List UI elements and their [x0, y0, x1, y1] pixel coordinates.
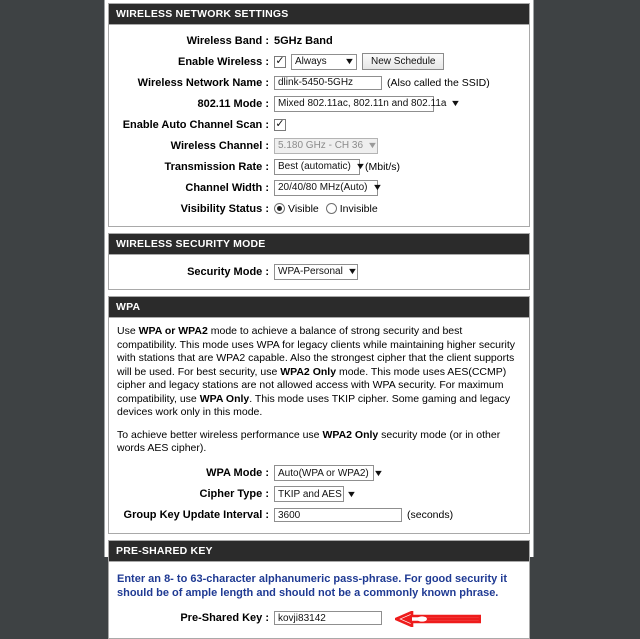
visible-label: Visible — [288, 202, 319, 215]
channel-width-select[interactable]: 20/40/80 MHz(Auto) ▼ — [274, 179, 383, 196]
wireless-network-settings-panel: WIRELESS NETWORK SETTINGS Wireless Band … — [108, 3, 530, 227]
wireless-network-name-row: Wireless Network Name : (Also called the… — [117, 74, 521, 91]
wpa-p2-part1: To achieve better wireless performance u… — [117, 428, 323, 441]
pre-shared-key-row: Pre-Shared Key : — [117, 609, 521, 628]
pre-shared-key-body: Enter an 8- to 63-character alphanumeric… — [109, 561, 529, 638]
transmission-rate-row: Transmission Rate : Best (automatic) ▼ (… — [117, 158, 521, 175]
right-gutter — [533, 0, 640, 557]
security-mode-value: WPA-Personal — [278, 266, 343, 277]
transmission-rate-select[interactable]: Best (automatic) ▼ — [274, 158, 366, 175]
pre-shared-key-panel: PRE-SHARED KEY Enter an 8- to 63-charact… — [108, 539, 530, 639]
wireless-network-settings-body: Wireless Band : 5GHz Band Enable Wireles… — [109, 25, 529, 226]
wireless-security-mode-body: Security Mode : WPA-Personal ▼ — [109, 255, 529, 289]
visibility-option-invisible[interactable]: Invisible — [325, 202, 378, 215]
wireless-network-settings-title: WIRELESS NETWORK SETTINGS — [109, 4, 529, 25]
wpa-description-paragraph-1: Use WPA or WPA2 mode to achieve a balanc… — [117, 325, 521, 420]
transmission-rate-units: (Mbit/s) — [365, 160, 400, 173]
security-mode-row: Security Mode : WPA-Personal ▼ — [117, 263, 521, 280]
wpa-p2-strong1: WPA2 Only — [322, 428, 379, 441]
chevron-down-icon: ▼ — [371, 182, 383, 192]
chevron-down-icon: ▼ — [343, 56, 356, 66]
security-mode-select[interactable]: WPA-Personal ▼ — [274, 263, 358, 280]
wpa-panel: WPA Use WPA or WPA2 mode to achieve a ba… — [108, 296, 530, 534]
wireless-channel-label: Wireless Channel : — [170, 139, 269, 152]
mode-80211-value: Mixed 802.11ac, 802.11n and 802.11a — [278, 98, 447, 109]
auto-channel-scan-row: Enable Auto Channel Scan : ✓ — [117, 116, 521, 133]
cipher-type-row: Cipher Type : TKIP and AES ▼ — [117, 486, 521, 503]
wpa-mode-value: Auto(WPA or WPA2) — [278, 467, 369, 479]
radio-invisible[interactable] — [325, 203, 337, 214]
mode-80211-label: 802.11 Mode : — [197, 97, 269, 110]
chevron-down-icon: ▼ — [450, 98, 462, 108]
left-gutter — [0, 0, 105, 557]
chevron-down-icon: ▼ — [372, 467, 384, 478]
wpa-p1-strong3: WPA Only — [199, 392, 250, 405]
chevron-down-icon: ▼ — [354, 161, 366, 171]
wpa-title: WPA — [109, 297, 529, 318]
wpa-mode-label: WPA Mode : — [206, 467, 269, 479]
radio-visible[interactable] — [274, 203, 285, 214]
wireless-schedule-value: Always — [295, 56, 327, 67]
auto-channel-scan-checkbox[interactable]: ✓ — [274, 118, 286, 131]
group-key-update-interval-units: (seconds) — [407, 509, 454, 521]
wireless-band-value: 5GHz Band — [274, 34, 333, 47]
channel-width-label: Channel Width : — [185, 181, 269, 194]
group-key-update-interval-row: Group Key Update Interval : (seconds) — [117, 507, 521, 524]
auto-channel-scan-label: Enable Auto Channel Scan : — [122, 118, 269, 131]
group-key-update-interval-input[interactable] — [274, 508, 402, 522]
wireless-channel-value: 5.180 GHz - CH 36 — [278, 140, 364, 151]
annotation-arrow-container — [392, 609, 482, 628]
wpa-p1-strong1: WPA or WPA2 — [138, 325, 208, 337]
visibility-status-label: Visibility Status : — [180, 202, 269, 215]
channel-width-row: Channel Width : 20/40/80 MHz(Auto) ▼ — [117, 179, 521, 196]
pre-shared-key-title: PRE-SHARED KEY — [109, 540, 529, 562]
settings-content-column: WIRELESS NETWORK SETTINGS Wireless Band … — [105, 0, 533, 639]
invisible-label: Invisible — [339, 202, 378, 215]
wireless-security-mode-panel: WIRELESS SECURITY MODE Security Mode : W… — [108, 233, 530, 290]
chevron-down-icon: ▼ — [345, 488, 357, 499]
wireless-network-name-input[interactable] — [274, 75, 382, 90]
new-schedule-button[interactable]: New Schedule — [362, 53, 445, 70]
chevron-down-icon: ▼ — [366, 140, 379, 150]
wpa-description-paragraph-2: To achieve better wireless performance u… — [117, 429, 521, 456]
wpa-p1-part1: Use — [117, 325, 139, 337]
wireless-schedule-select[interactable]: Always ▼ — [291, 53, 357, 70]
wpa-body: Use WPA or WPA2 mode to achieve a balanc… — [109, 318, 529, 533]
wireless-security-mode-title: WIRELESS SECURITY MODE — [109, 234, 529, 255]
group-key-update-interval-label: Group Key Update Interval : — [123, 509, 269, 521]
wireless-channel-select: 5.180 GHz - CH 36 ▼ — [274, 137, 379, 154]
wireless-network-name-label: Wireless Network Name : — [137, 76, 269, 89]
router-admin-page: WIRELESS NETWORK SETTINGS Wireless Band … — [0, 0, 640, 639]
red-left-arrow-icon — [392, 609, 482, 628]
wpa-mode-select[interactable]: Auto(WPA or WPA2) ▼ — [274, 465, 384, 481]
visibility-option-visible[interactable]: Visible — [274, 203, 319, 215]
transmission-rate-value: Best (automatic) — [278, 161, 351, 172]
enable-wireless-checkbox[interactable]: ✓ — [274, 55, 286, 68]
pre-shared-key-input[interactable] — [274, 611, 382, 625]
transmission-rate-label: Transmission Rate : — [164, 160, 269, 173]
mode-80211-row: 802.11 Mode : Mixed 802.11ac, 802.11n an… — [117, 95, 521, 112]
enable-wireless-row: Enable Wireless : ✓ Always ▼ New Schedul… — [117, 53, 521, 70]
ssid-hint-text: (Also called the SSID) — [387, 76, 490, 89]
pre-shared-key-note: Enter an 8- to 63-character alphanumeric… — [117, 572, 508, 599]
visibility-radio-group: Visible Invisible — [274, 203, 378, 215]
wpa-mode-row: WPA Mode : Auto(WPA or WPA2) ▼ — [117, 465, 521, 482]
visibility-status-row: Visibility Status : Visible Invisible — [117, 200, 521, 217]
mode-80211-select[interactable]: Mixed 802.11ac, 802.11n and 802.11a ▼ — [274, 95, 462, 112]
enable-wireless-label: Enable Wireless : — [178, 55, 269, 68]
wireless-band-row: Wireless Band : 5GHz Band — [117, 32, 521, 49]
cipher-type-value: TKIP and AES — [278, 488, 342, 500]
pre-shared-key-label: Pre-Shared Key : — [180, 612, 269, 624]
cipher-type-label: Cipher Type : — [199, 488, 269, 500]
wpa-p1-strong2: WPA2 Only — [280, 365, 337, 378]
channel-width-value: 20/40/80 MHz(Auto) — [278, 182, 368, 193]
wireless-band-label: Wireless Band : — [186, 34, 269, 47]
cipher-type-select[interactable]: TKIP and AES ▼ — [274, 486, 357, 502]
security-mode-label: Security Mode : — [187, 265, 269, 278]
chevron-down-icon: ▼ — [346, 266, 358, 276]
wireless-channel-row: Wireless Channel : 5.180 GHz - CH 36 ▼ — [117, 137, 521, 154]
